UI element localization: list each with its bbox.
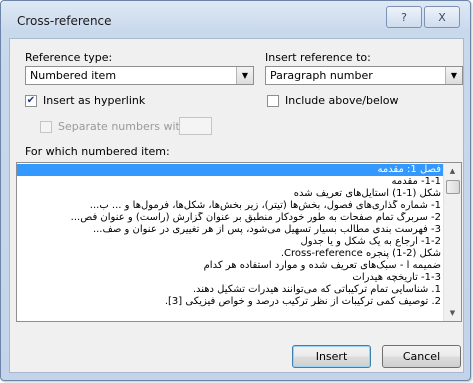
dialog-title: Cross-reference <box>17 14 112 28</box>
help-button[interactable]: ? <box>386 6 422 28</box>
close-icon: X <box>438 10 446 24</box>
include-above-below-label: Include above/below <box>285 94 399 107</box>
reference-type-value: Numbered item <box>30 69 117 82</box>
list-items: فصل 1: مقدمه 1-1- مقدمه شکل (1-1) استایل‌ه… <box>17 164 443 308</box>
scrollbar-thumb[interactable] <box>446 180 460 194</box>
close-button[interactable]: X <box>424 6 460 28</box>
include-above-below-checkbox[interactable] <box>267 95 279 107</box>
cross-reference-dialog: Cross-reference ? X Reference type: Numb… <box>0 0 471 381</box>
insert-as-hyperlink-label: Insert as hyperlink <box>43 94 146 107</box>
scroll-down-arrow-icon[interactable]: ▼ <box>444 305 461 321</box>
list-item[interactable]: شکل (2-1) پنجره Cross-reference. <box>17 248 443 260</box>
vertical-scrollbar[interactable]: ▲ ▼ <box>443 163 461 321</box>
separate-numbers-input[interactable] <box>179 117 212 135</box>
list-item[interactable]: 2. توصیف کمی ترکیبات از نظر ترکیب درصد و… <box>17 296 443 308</box>
check-icon: ✔ <box>26 95 36 106</box>
chevron-down-icon[interactable]: ▼ <box>445 67 462 84</box>
reference-type-label: Reference type: <box>25 51 113 64</box>
insert-as-hyperlink-checkbox[interactable]: ✔ <box>25 95 37 107</box>
insert-reference-to-label: Insert reference to: <box>265 51 371 64</box>
insert-button[interactable]: Insert <box>292 345 371 368</box>
insert-reference-to-select[interactable]: Paragraph number ▼ <box>265 66 463 85</box>
insert-reference-to-value: Paragraph number <box>270 69 373 82</box>
list-item[interactable]: ضمیمه أ - سبک‌های تعریف شده و موارد استف… <box>17 260 443 272</box>
reference-type-select[interactable]: Numbered item ▼ <box>25 66 254 85</box>
numbered-item-list[interactable]: فصل 1: مقدمه 1-1- مقدمه شکل (1-1) استایل‌ه… <box>16 162 462 322</box>
list-item[interactable]: 2- سربرگ تمام صفحات به طور خودکار منطبق … <box>17 212 443 224</box>
caption-buttons: ? X <box>386 6 460 28</box>
numbered-item-list-label: For which numbered item: <box>25 145 170 158</box>
list-item[interactable]: فصل 1: مقدمه <box>17 164 443 176</box>
chevron-down-icon[interactable]: ▼ <box>236 67 253 84</box>
list-item[interactable]: 1-2- ارجاع به یک شکل و یا جدول <box>17 236 443 248</box>
separate-numbers-checkbox[interactable] <box>40 121 52 133</box>
list-item[interactable]: 1-1- مقدمه <box>17 176 443 188</box>
list-item[interactable]: 1-3- تاریخچه هیدرات <box>17 272 443 284</box>
list-item[interactable]: 1- شماره گذاری‌های فصول، بخش‌ها (تیتر)، … <box>17 200 443 212</box>
list-item[interactable]: 1. شناسایی تمام ترکیباتی که می‌توانند هی… <box>17 284 443 296</box>
help-icon: ? <box>401 10 407 24</box>
list-item[interactable]: شکل (1-1) استایل‌های تعریف شده <box>17 188 443 200</box>
list-item[interactable]: 3- فهرست بندی مطالب بسیار تسهیل می‌شود، … <box>17 224 443 236</box>
scroll-up-arrow-icon[interactable]: ▲ <box>444 163 461 179</box>
separate-numbers-label: Separate numbers with <box>58 120 187 133</box>
cancel-button[interactable]: Cancel <box>382 345 461 368</box>
